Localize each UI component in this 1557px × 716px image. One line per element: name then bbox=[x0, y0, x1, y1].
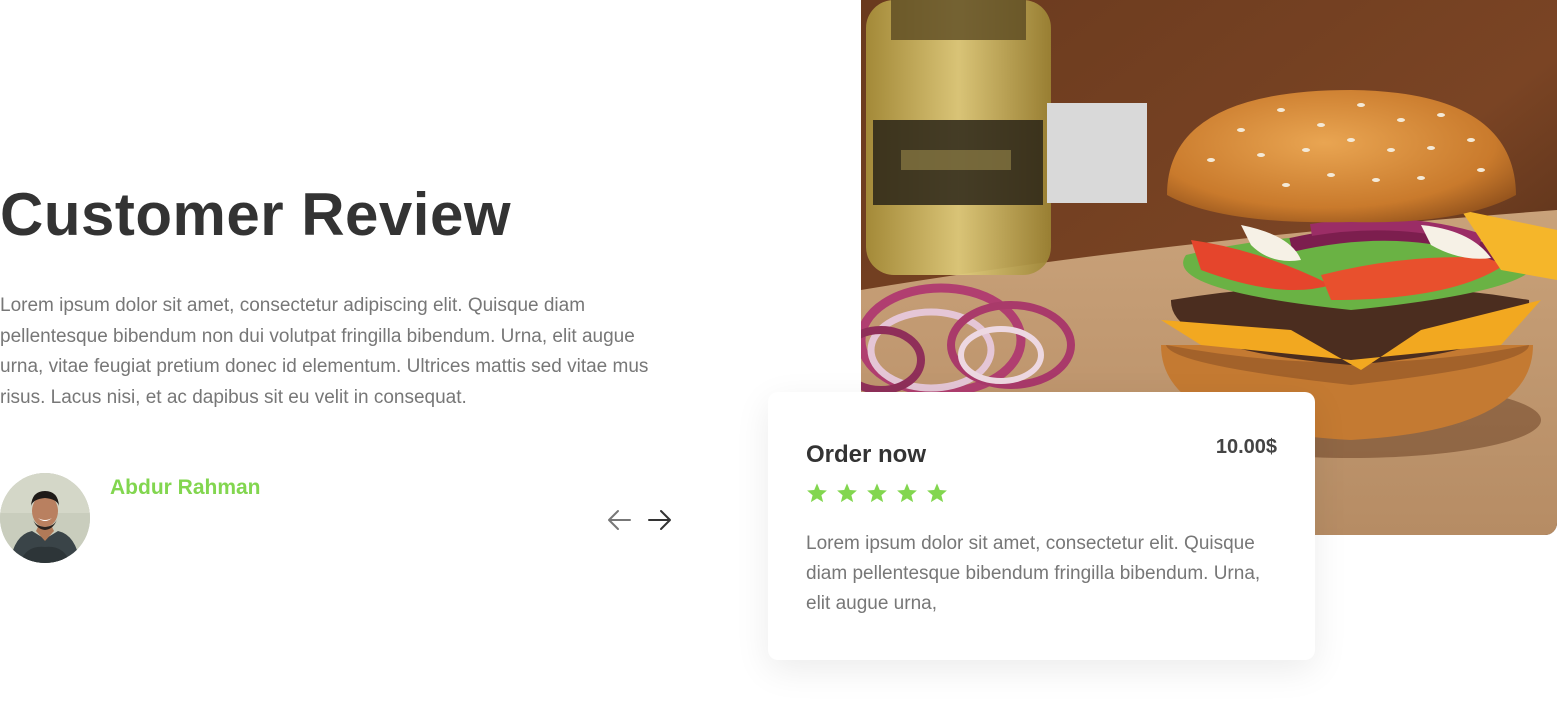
star-icon bbox=[927, 483, 947, 503]
order-card: Order now 10.00$ Lorem ipsum dolor sit a… bbox=[768, 392, 1315, 660]
order-now-heading[interactable]: Order now bbox=[806, 441, 926, 469]
star-rating bbox=[806, 482, 948, 504]
image-placeholder bbox=[1047, 103, 1147, 203]
star-icon bbox=[837, 483, 857, 503]
price-label: 10.00$ bbox=[1215, 436, 1277, 458]
reviewer-avatar bbox=[0, 473, 90, 563]
review-text: Lorem ipsum dolor sit amet, consectetur … bbox=[0, 295, 649, 408]
reviewer-name: Abdur Rahman bbox=[110, 476, 261, 499]
section-title: Customer Review bbox=[0, 181, 511, 248]
arrow-right-icon[interactable] bbox=[646, 507, 674, 533]
reviewer-photo bbox=[0, 473, 90, 563]
star-icon bbox=[897, 483, 917, 503]
customer-review-section: Customer Review Lorem ipsum dolor sit am… bbox=[0, 0, 1557, 716]
star-icon bbox=[867, 483, 887, 503]
star-icon bbox=[807, 483, 827, 503]
order-description: Lorem ipsum dolor sit amet, consectetur … bbox=[806, 533, 1261, 614]
arrow-left-icon[interactable] bbox=[605, 507, 633, 533]
